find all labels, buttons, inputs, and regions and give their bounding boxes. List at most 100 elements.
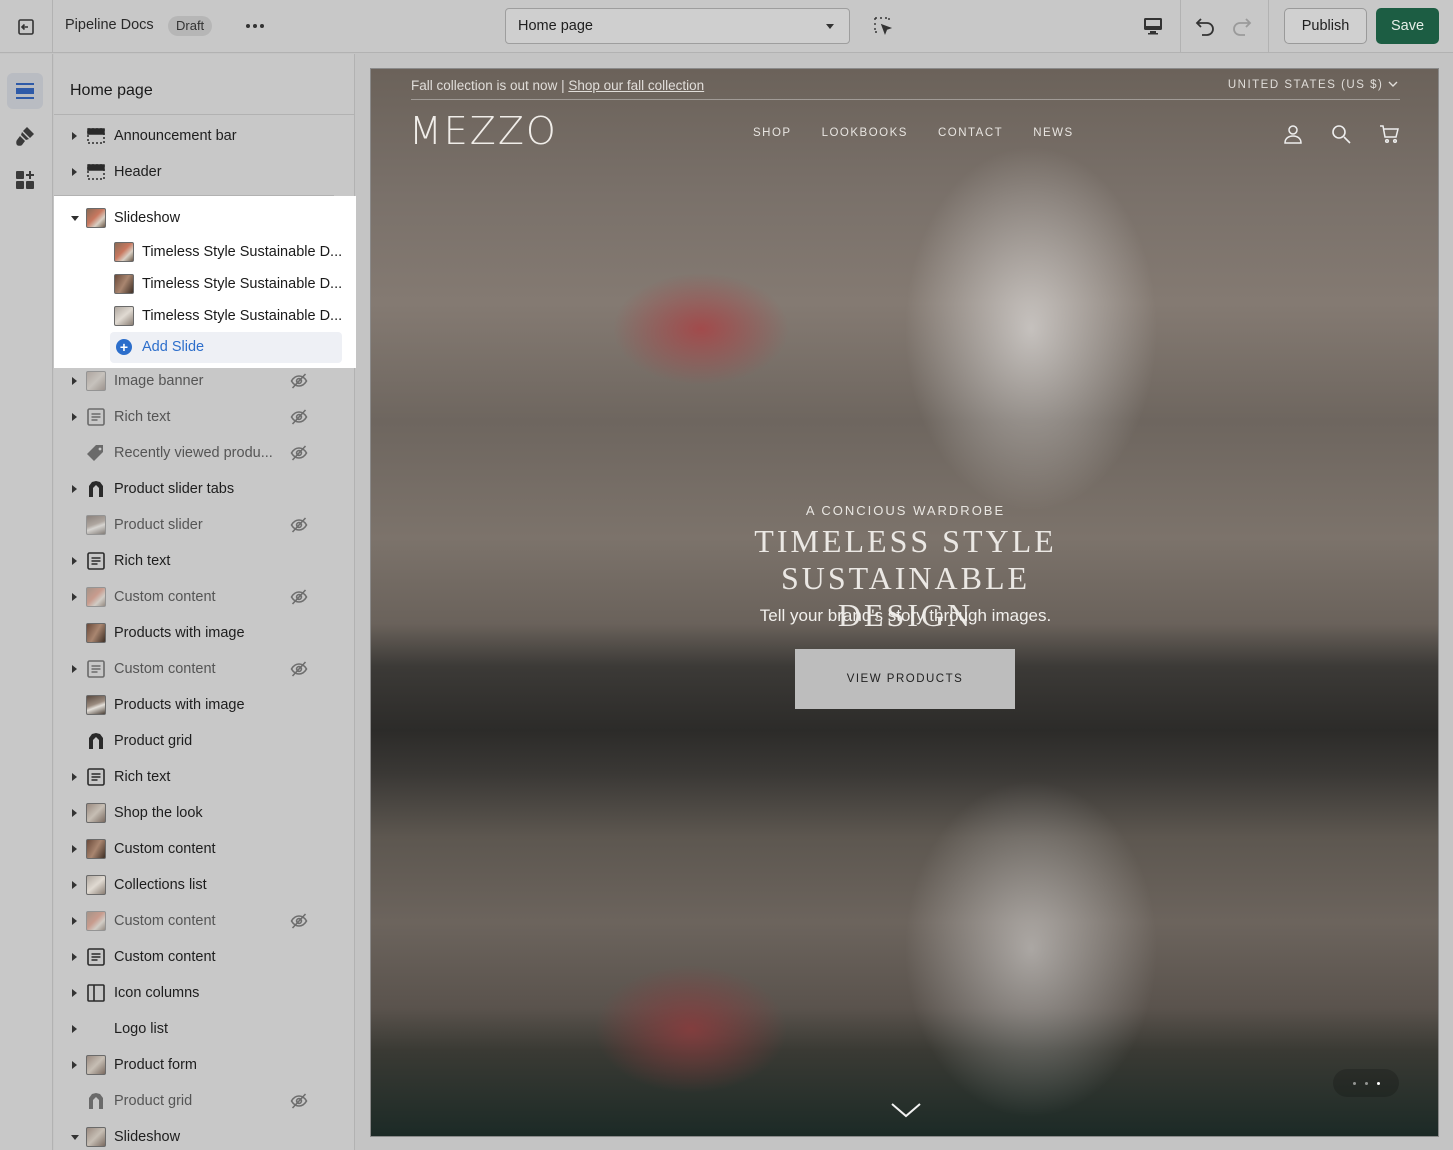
account-icon[interactable] bbox=[1282, 123, 1304, 145]
chevron-right-icon[interactable] bbox=[72, 132, 77, 140]
chevron-right-icon[interactable] bbox=[72, 377, 77, 385]
chevron-right-icon[interactable] bbox=[72, 917, 77, 925]
chevron-right-icon[interactable] bbox=[72, 413, 77, 421]
scroll-down-button[interactable] bbox=[890, 1101, 922, 1124]
sidebar-item-custom-content[interactable]: Custom content bbox=[54, 939, 354, 975]
inspector-button[interactable] bbox=[872, 15, 894, 42]
sidebar-item-header[interactable]: Header bbox=[54, 154, 354, 190]
slide-block-item[interactable]: Timeless Style Sustainable D... bbox=[54, 268, 356, 300]
sidebar-item-product-slider-tabs[interactable]: Product slider tabs bbox=[54, 471, 354, 507]
chevron-right-icon[interactable] bbox=[72, 485, 77, 493]
sidebar-item-recently-viewed-produ[interactable]: Recently viewed produ... bbox=[54, 435, 354, 471]
sidebar-item-image-banner[interactable]: Image banner bbox=[54, 363, 354, 399]
sidebar-item-product-grid[interactable]: Product grid bbox=[54, 723, 354, 759]
chevron-right-icon[interactable] bbox=[72, 593, 77, 601]
country-selector[interactable]: UNITED STATES (US $) bbox=[1228, 79, 1398, 91]
chevron-right-icon[interactable] bbox=[72, 773, 77, 781]
chevron-right-icon[interactable] bbox=[72, 845, 77, 853]
sidebar-item-shop-the-look[interactable]: Shop the look bbox=[54, 795, 354, 831]
cart-icon[interactable] bbox=[1378, 123, 1400, 145]
desktop-icon bbox=[1144, 18, 1162, 35]
announcement-bar: Fall collection is out now | Shop our fa… bbox=[411, 78, 704, 93]
sidebar-item-label: Recently viewed produ... bbox=[114, 445, 273, 461]
sidebar-item-products-with-image[interactable]: Products with image bbox=[54, 687, 354, 723]
nav-link-lookbooks[interactable]: LOOKBOOKS bbox=[822, 127, 908, 139]
sidebar-item-label: Product grid bbox=[114, 1093, 193, 1109]
sidebar-item-collections-list[interactable]: Collections list bbox=[54, 867, 354, 903]
theme-preview[interactable]: Fall collection is out now | Shop our fa… bbox=[370, 68, 1439, 1137]
slide-dot[interactable] bbox=[1376, 1081, 1380, 1085]
eye-hidden-icon[interactable] bbox=[290, 912, 308, 935]
publish-button[interactable]: Publish bbox=[1284, 8, 1367, 44]
redo-button[interactable] bbox=[1230, 14, 1254, 43]
sidebar-item-slideshow[interactable]: Slideshow bbox=[54, 1119, 354, 1150]
sidebar-item-label: Rich text bbox=[114, 769, 171, 785]
save-button[interactable]: Save bbox=[1376, 8, 1439, 44]
chevron-right-icon[interactable] bbox=[72, 1061, 77, 1069]
more-actions-button[interactable] bbox=[242, 14, 268, 38]
eye-hidden-icon[interactable] bbox=[290, 516, 308, 539]
image-thumbnail-icon bbox=[86, 515, 106, 535]
slide-block-item[interactable]: Timeless Style Sustainable D... bbox=[54, 300, 356, 332]
sidebar-item-icon-columns[interactable]: Icon columns bbox=[54, 975, 354, 1011]
sections-tab[interactable] bbox=[7, 73, 43, 109]
announcement-link[interactable]: Shop our fall collection bbox=[568, 78, 704, 93]
slide-thumbnail-icon bbox=[114, 274, 134, 294]
exit-button[interactable] bbox=[0, 0, 53, 53]
nav-link-shop[interactable]: SHOP bbox=[753, 127, 792, 139]
main-nav: SHOP LOOKBOOKS CONTACT NEWS bbox=[753, 127, 1074, 139]
eye-hidden-icon[interactable] bbox=[290, 1092, 308, 1115]
theme-settings-tab[interactable] bbox=[7, 118, 43, 154]
page-selector[interactable]: Home page bbox=[505, 8, 850, 44]
sidebar-item-rich-text[interactable]: Rich text bbox=[54, 543, 354, 579]
slide-dot[interactable] bbox=[1364, 1081, 1368, 1085]
sidebar-item-custom-content[interactable]: Custom content bbox=[54, 651, 354, 687]
sidebar-item-custom-content[interactable]: Custom content bbox=[54, 579, 354, 615]
image-thumbnail-icon bbox=[86, 371, 106, 391]
undo-button[interactable] bbox=[1193, 14, 1217, 43]
chevron-right-icon[interactable] bbox=[72, 168, 77, 176]
divider bbox=[411, 99, 1400, 100]
chevron-right-icon[interactable] bbox=[72, 665, 77, 673]
nav-link-contact[interactable]: CONTACT bbox=[938, 127, 1003, 139]
chevron-down-icon[interactable] bbox=[71, 1135, 79, 1140]
sidebar-item-slideshow[interactable]: Slideshow bbox=[54, 200, 355, 236]
announcement-text: Fall collection is out now | bbox=[411, 78, 569, 93]
chevron-right-icon[interactable] bbox=[72, 809, 77, 817]
apps-tab[interactable] bbox=[7, 162, 43, 198]
desktop-preview-button[interactable] bbox=[1141, 14, 1165, 43]
eye-hidden-icon[interactable] bbox=[290, 372, 308, 395]
product-bag-icon bbox=[86, 1091, 106, 1111]
view-products-button[interactable]: VIEW PRODUCTS bbox=[795, 649, 1015, 709]
chevron-down-icon[interactable] bbox=[71, 216, 79, 221]
nav-link-news[interactable]: NEWS bbox=[1033, 127, 1074, 139]
sidebar-item-rich-text[interactable]: Rich text bbox=[54, 759, 354, 795]
sidebar-item-product-form[interactable]: Product form bbox=[54, 1047, 354, 1083]
chevron-right-icon[interactable] bbox=[72, 557, 77, 565]
image-thumbnail-icon bbox=[86, 1055, 106, 1075]
sidebar-item-label: Icon columns bbox=[114, 985, 200, 1001]
chevron-right-icon[interactable] bbox=[72, 989, 77, 997]
chevron-right-icon[interactable] bbox=[72, 953, 77, 961]
add-slide-button[interactable]: + Add Slide bbox=[110, 332, 342, 363]
sidebar-item-product-slider[interactable]: Product slider bbox=[54, 507, 354, 543]
eye-hidden-icon[interactable] bbox=[290, 408, 308, 431]
slide-pagination[interactable] bbox=[1333, 1069, 1399, 1097]
sidebar-item-custom-content[interactable]: Custom content bbox=[54, 831, 354, 867]
eye-hidden-icon[interactable] bbox=[290, 588, 308, 611]
slide-block-item[interactable]: Timeless Style Sustainable D... bbox=[54, 236, 356, 268]
store-logo[interactable]: MEZZO bbox=[409, 109, 558, 153]
chevron-right-icon[interactable] bbox=[72, 1025, 77, 1033]
store-name: Pipeline Docs bbox=[65, 17, 154, 33]
chevron-right-icon[interactable] bbox=[72, 881, 77, 889]
search-icon[interactable] bbox=[1330, 123, 1352, 145]
sidebar-item-logo-list[interactable]: Logo list bbox=[54, 1011, 354, 1047]
sidebar-item-announcement-bar[interactable]: Announcement bar bbox=[54, 118, 354, 154]
sidebar-item-rich-text[interactable]: Rich text bbox=[54, 399, 354, 435]
eye-hidden-icon[interactable] bbox=[290, 444, 308, 467]
sidebar-item-custom-content[interactable]: Custom content bbox=[54, 903, 354, 939]
eye-hidden-icon[interactable] bbox=[290, 660, 308, 683]
slide-dot[interactable] bbox=[1352, 1081, 1356, 1085]
sidebar-item-products-with-image[interactable]: Products with image bbox=[54, 615, 354, 651]
sidebar-item-product-grid[interactable]: Product grid bbox=[54, 1083, 354, 1119]
